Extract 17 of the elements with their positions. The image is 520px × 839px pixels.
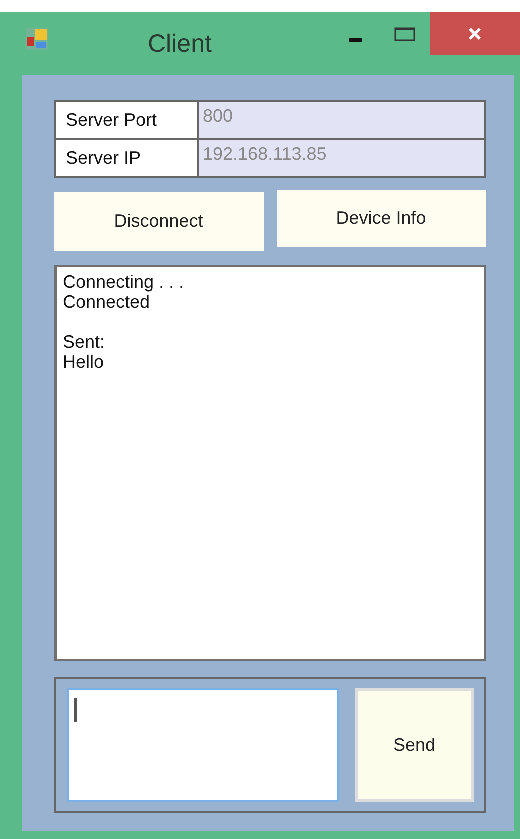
maximize-icon bbox=[394, 26, 416, 42]
text-caret bbox=[74, 698, 77, 722]
log-line: Hello bbox=[63, 352, 106, 372]
action-button[interactable]: Device Info bbox=[276, 190, 486, 247]
log-line: Connecting . . . bbox=[63, 272, 186, 292]
message-field[interactable] bbox=[67, 688, 339, 802]
field-label: Server Port bbox=[56, 102, 197, 138]
send-button[interactable]: Send bbox=[355, 688, 474, 802]
field-label: Server IP bbox=[56, 140, 197, 176]
close-icon bbox=[467, 26, 483, 42]
action-button[interactable]: Disconnect bbox=[54, 192, 264, 251]
minimize-icon bbox=[348, 38, 362, 42]
close-button[interactable] bbox=[430, 12, 520, 55]
log-line: Sent: bbox=[63, 332, 106, 352]
log-line: Connected bbox=[63, 292, 152, 312]
app-icon bbox=[26, 28, 48, 50]
window-title: Client bbox=[148, 30, 212, 59]
